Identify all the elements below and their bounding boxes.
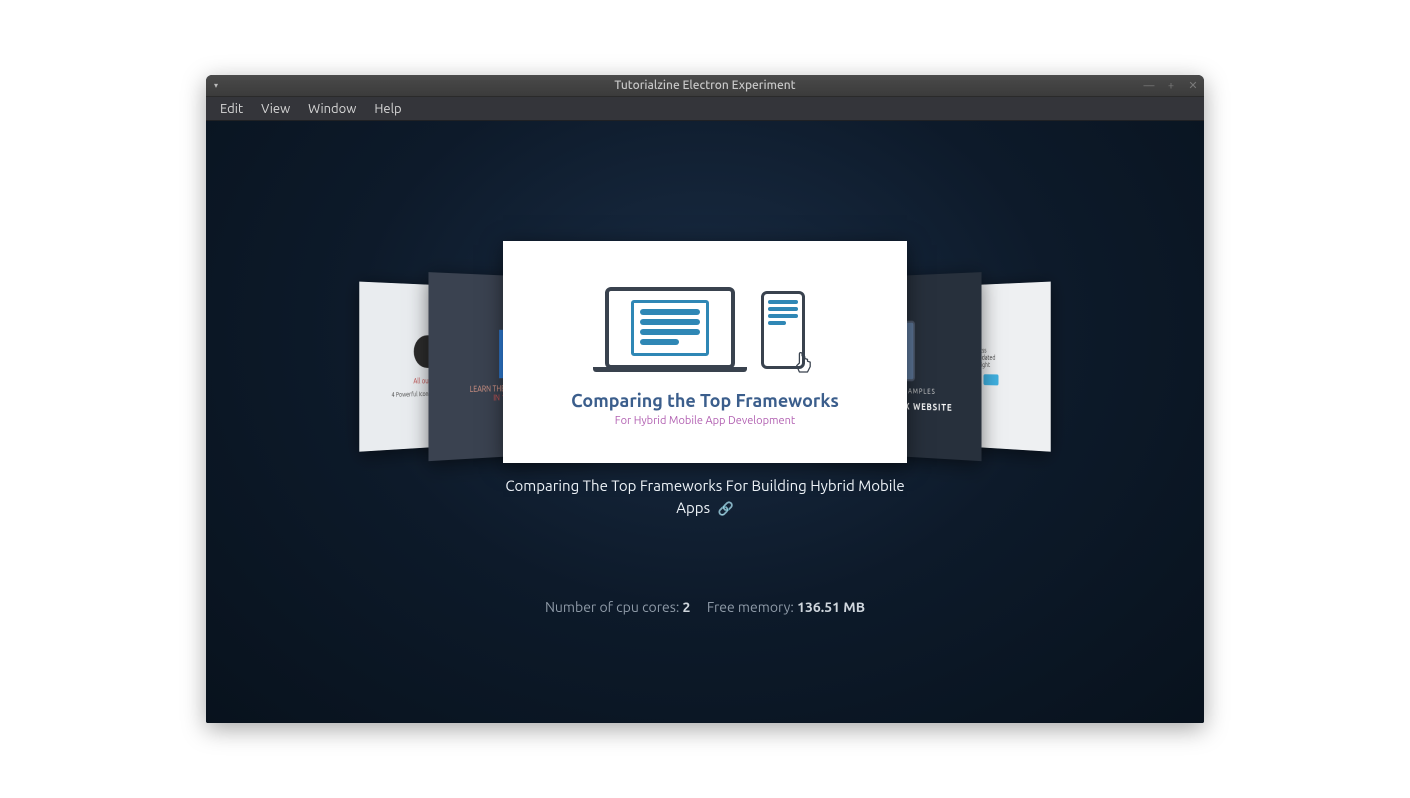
app-menu-icon[interactable]: ▾ xyxy=(206,75,226,96)
caption-text: Comparing The Top Frameworks For Buildin… xyxy=(505,477,904,516)
mem-value: 136.51 MB xyxy=(797,599,865,615)
center-illustration xyxy=(605,287,805,369)
menu-help[interactable]: Help xyxy=(366,100,409,118)
window-title: Tutorialzine Electron Experiment xyxy=(614,79,795,92)
content-area: All our 50 Sprites 4 Powerful Icons for … xyxy=(206,121,1204,723)
phone-icon xyxy=(761,291,805,369)
close-button[interactable]: ✕ xyxy=(1186,79,1200,93)
carousel-card-center[interactable]: Comparing the Top Frameworks For Hybrid … xyxy=(503,241,907,463)
cpu-value: 2 xyxy=(683,599,691,615)
window-controls: — + ✕ xyxy=(1142,75,1200,96)
cpu-label: Number of cpu cores: xyxy=(545,599,679,615)
system-stats: Number of cpu cores: 2 Free memory: 136.… xyxy=(206,599,1204,615)
hand-pointer-icon xyxy=(794,352,812,374)
laptop-icon xyxy=(605,287,735,369)
menu-view[interactable]: View xyxy=(253,100,298,118)
minimize-button[interactable]: — xyxy=(1142,79,1156,93)
titlebar[interactable]: ▾ Tutorialzine Electron Experiment — + ✕ xyxy=(206,75,1204,97)
maximize-button[interactable]: + xyxy=(1164,79,1178,93)
menubar: Edit View Window Help xyxy=(206,97,1204,121)
slide-heading: Comparing the Top Frameworks xyxy=(571,391,839,411)
link-icon[interactable]: 🔗 xyxy=(718,502,734,516)
active-slide-caption: Comparing The Top Frameworks For Buildin… xyxy=(495,475,915,519)
mem-label: Free memory: xyxy=(707,599,794,615)
menu-window[interactable]: Window xyxy=(300,100,364,118)
menu-edit[interactable]: Edit xyxy=(212,100,251,118)
slide-subheading: For Hybrid Mobile App Development xyxy=(571,415,839,427)
app-window: ▾ Tutorialzine Electron Experiment — + ✕… xyxy=(206,75,1204,723)
